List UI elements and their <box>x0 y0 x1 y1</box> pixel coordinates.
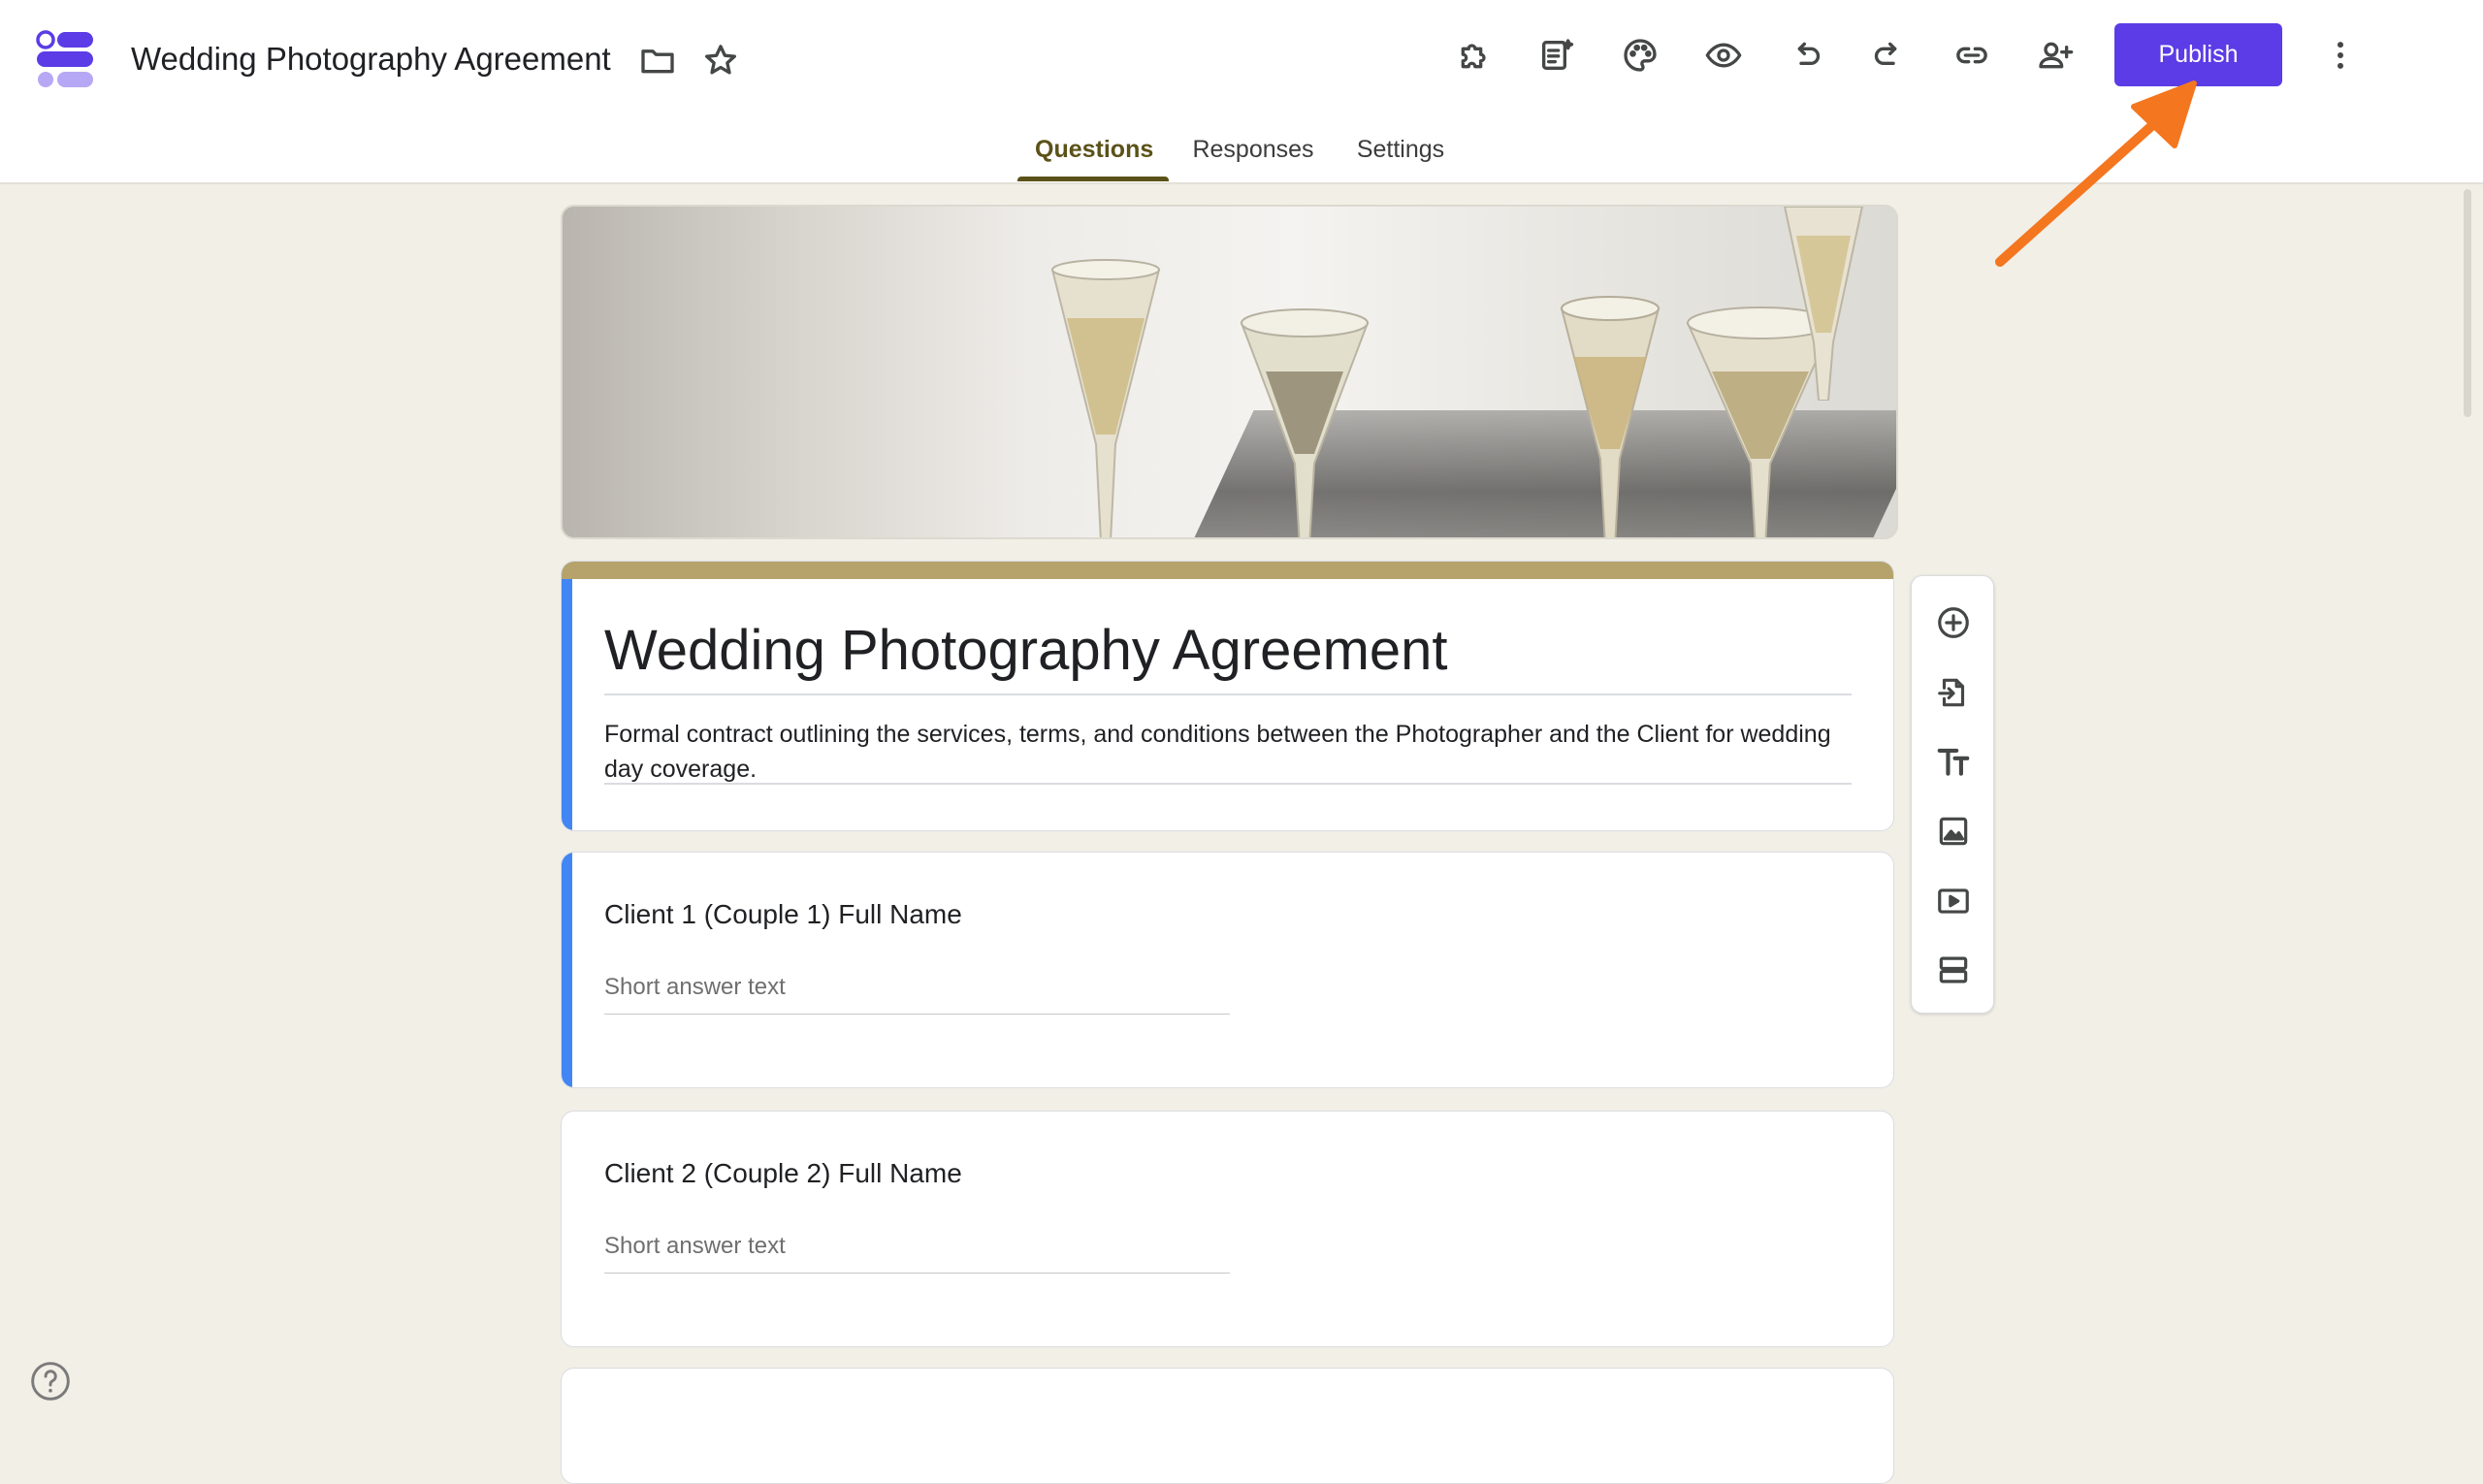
question-title[interactable]: Client 2 (Couple 2) Full Name <box>604 1158 962 1189</box>
document-title[interactable]: Wedding Photography Agreement <box>131 41 611 78</box>
theme-color-bar <box>562 562 1893 579</box>
palette-icon[interactable] <box>1614 29 1666 81</box>
app-header: Wedding Photography Agreement Publish Qu… <box>0 0 2483 184</box>
help-icon[interactable] <box>29 1360 72 1403</box>
form-header-card[interactable]: Wedding Photography Agreement Formal con… <box>561 561 1894 831</box>
redo-icon[interactable] <box>1862 29 1915 81</box>
header-banner-image <box>561 205 1898 539</box>
tab-label: Questions <box>1035 136 1154 163</box>
floating-toolbar <box>1911 575 1994 1014</box>
preview-icon[interactable] <box>1697 29 1750 81</box>
tab-label: Responses <box>1192 136 1314 163</box>
form-description-field[interactable]: Formal contract outlining the services, … <box>604 717 1852 785</box>
selected-indicator <box>562 579 572 830</box>
question-card[interactable]: Client 1 (Couple 1) Full Name Short answ… <box>561 852 1894 1088</box>
import-questions-icon[interactable] <box>1928 667 1979 718</box>
champagne-glass <box>1240 308 1370 537</box>
form-title-field[interactable]: Wedding Photography Agreement <box>604 618 1852 695</box>
add-video-icon[interactable] <box>1928 876 1979 926</box>
short-answer-field[interactable]: Short answer text <box>604 1233 1230 1274</box>
active-tab-indicator <box>1017 177 1169 181</box>
tab-settings[interactable]: Settings <box>1354 136 1447 184</box>
tab-questions[interactable]: Questions <box>1017 136 1169 184</box>
champagne-glass <box>1560 296 1661 537</box>
ai-icon[interactable] <box>1531 29 1583 81</box>
champagne-glass <box>1783 207 1864 401</box>
add-title-icon[interactable] <box>1928 736 1979 787</box>
scrollbar-thumb[interactable] <box>2464 189 2471 417</box>
tab-responses[interactable]: Responses <box>1192 136 1314 184</box>
forms-logo[interactable] <box>35 29 95 89</box>
folder-icon[interactable] <box>631 34 684 86</box>
add-question-icon[interactable] <box>1928 597 1979 648</box>
champagne-glass <box>1050 259 1161 537</box>
add-image-icon[interactable] <box>1928 806 1979 856</box>
question-card[interactable]: Client 2 (Couple 2) Full Name Short answ… <box>561 1111 1894 1347</box>
add-section-icon[interactable] <box>1928 945 1979 995</box>
addons-icon[interactable] <box>1448 29 1500 81</box>
question-title[interactable]: Client 1 (Couple 1) Full Name <box>604 899 962 930</box>
short-answer-field[interactable]: Short answer text <box>604 974 1230 1015</box>
add-collaborator-icon[interactable] <box>2029 29 2081 81</box>
link-icon[interactable] <box>1946 29 1998 81</box>
undo-icon[interactable] <box>1780 29 1832 81</box>
tab-label: Settings <box>1356 136 1445 163</box>
star-icon[interactable] <box>694 34 747 86</box>
publish-button[interactable]: Publish <box>2114 23 2282 86</box>
question-card[interactable] <box>561 1368 1894 1484</box>
more-vert-icon[interactable] <box>2314 29 2367 81</box>
selected-indicator <box>562 853 572 1087</box>
tab-bar: Questions Responses Settings <box>0 136 2483 184</box>
